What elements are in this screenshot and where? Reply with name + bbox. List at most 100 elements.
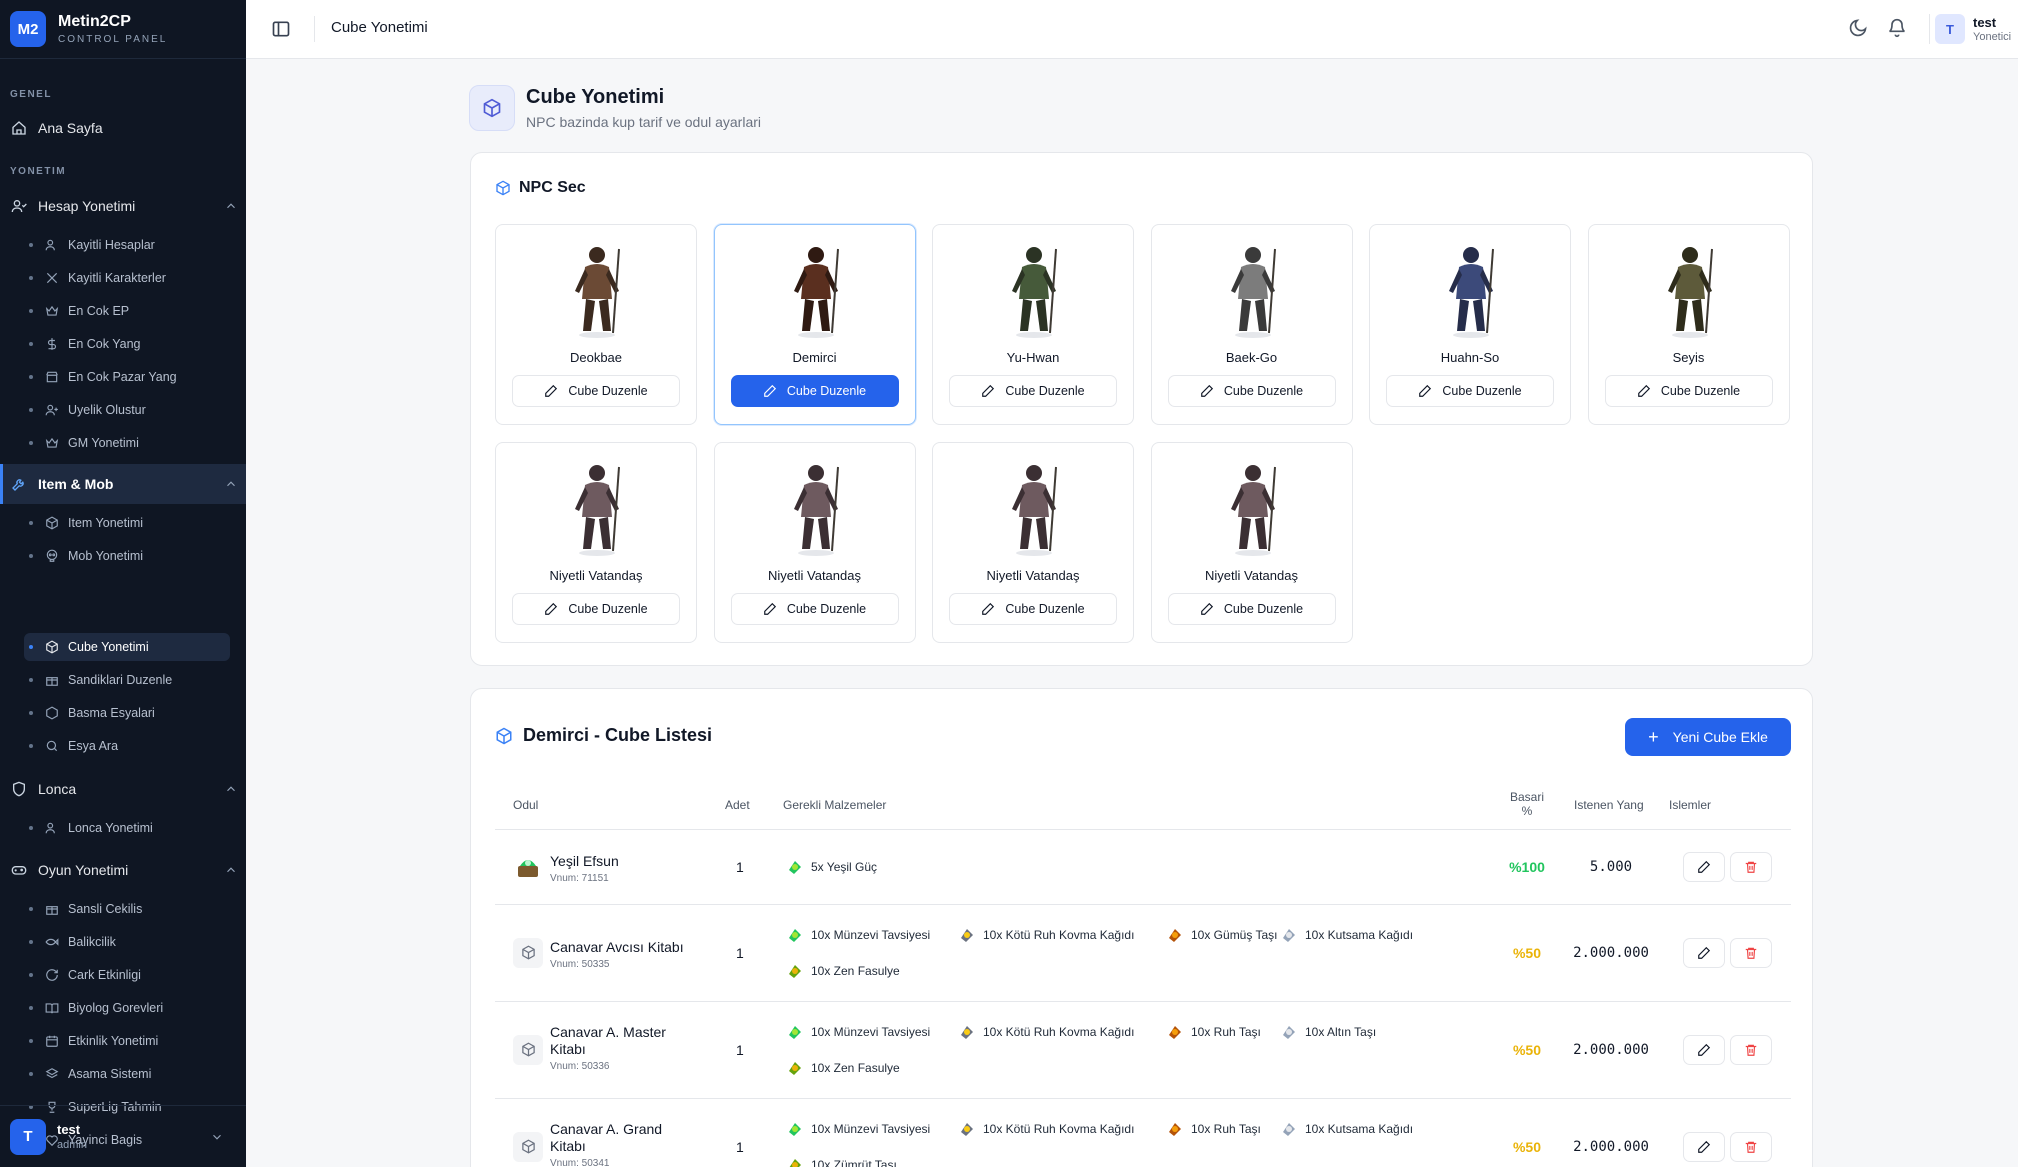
sidebar-item-wheel-event[interactable]: Cark Etkinligi: [24, 961, 230, 989]
sidebar-item-top-ep[interactable]: En Cok EP: [24, 297, 230, 325]
sidebar-item-label: Kayitli Hesaplar: [68, 238, 155, 252]
npc-card[interactable]: Huahn-So Cube Duzenle: [1369, 224, 1571, 425]
section-label-management: YONETIM: [10, 166, 67, 177]
reward-qty: 1: [736, 1138, 744, 1155]
edit-cube-button[interactable]: Cube Duzenle: [512, 593, 680, 625]
edit-cube-button[interactable]: Cube Duzenle: [1386, 375, 1554, 407]
edit-cube-button[interactable]: Cube Duzenle: [512, 375, 680, 407]
npc-name: Niyetli Vatandaş: [986, 568, 1080, 583]
edit-cube-button[interactable]: Cube Duzenle: [1167, 375, 1336, 407]
material-item-icon: [786, 1023, 804, 1041]
material-item: 10x Zen Fasulye: [786, 1059, 900, 1077]
pencil-icon: [1698, 860, 1711, 873]
gamepad-icon: [10, 861, 28, 879]
npc-card[interactable]: Demirci Cube Duzenle: [713, 224, 916, 425]
sidebar-item-registered-accounts[interactable]: Kayitli Hesaplar: [24, 231, 230, 259]
material-item-icon: [958, 926, 976, 944]
edit-cube-label: Cube Duzenle: [1005, 384, 1085, 398]
edit-cube-button[interactable]: Cube Duzenle: [1604, 375, 1773, 407]
sidebar-item-top-yang[interactable]: En Cok Yang: [24, 330, 230, 358]
npc-portrait: [575, 465, 620, 556]
sidebar-item-lucky-draw[interactable]: Sansli Cekilis: [24, 895, 230, 923]
sidebar-group-item-mob[interactable]: Item & Mob: [0, 464, 246, 504]
material-label: 5x Yeşil Güç: [811, 860, 878, 874]
edit-row-button[interactable]: [1683, 1131, 1725, 1162]
reward-name: Canavar A. Master Kitabı: [550, 1024, 666, 1058]
sidebar-item-top-market-yang[interactable]: En Cok Pazar Yang: [24, 363, 230, 391]
npc-card[interactable]: Niyetli Vatandaş Cube Duzenle: [932, 442, 1134, 643]
cube-list-title: Demirci - Cube Listesi: [495, 725, 712, 746]
bell-icon[interactable]: [1887, 18, 1907, 38]
npc-card[interactable]: Deokbae Cube Duzenle: [495, 224, 697, 425]
avatar: T: [10, 1118, 46, 1155]
sidebar-item-item-management[interactable]: Item Yonetimi: [24, 509, 230, 537]
brand[interactable]: M2 Metin2CP CONTROL PANEL: [0, 0, 246, 59]
npc-card[interactable]: Yu-Hwan Cube Duzenle: [932, 224, 1134, 425]
trash-icon: [1745, 947, 1757, 959]
reward-name-line2: Kitabı: [550, 1137, 586, 1154]
sidebar-group-account[interactable]: Hesap Yonetimi: [0, 186, 246, 226]
material-label: 10x Kötü Ruh Kovma Kağıdı: [983, 1122, 1135, 1136]
material-item: 10x Münzevi Tavsiyesi: [786, 1023, 930, 1041]
pencil-icon: [1418, 384, 1432, 398]
avatar[interactable]: T: [1935, 14, 1965, 44]
crown-icon: [45, 304, 59, 318]
sidebar-group-game[interactable]: Oyun Yonetimi: [0, 850, 246, 890]
npc-card[interactable]: Baek-Go Cube Duzenle: [1150, 224, 1353, 425]
sidebar-item-mob-management[interactable]: Mob Yonetimi: [24, 542, 230, 570]
add-cube-button[interactable]: + Yeni Cube Ekle: [1625, 718, 1791, 756]
sidebar-item-home[interactable]: Ana Sayfa: [10, 114, 103, 142]
cube-list-title-text: Demirci - Cube Listesi: [523, 725, 713, 745]
sidebar-item-gm-management[interactable]: GM Yonetimi: [24, 429, 230, 457]
material-item-icon: [958, 1120, 976, 1138]
sidebar-toggle-icon[interactable]: [271, 19, 291, 39]
sidebar-item-edit-chests[interactable]: Sandiklari Duzenle: [24, 666, 230, 694]
sidebar-item-biologist-quests[interactable]: Biyolog Gorevleri: [24, 994, 230, 1022]
reward-name: Canavar Avcısı Kitabı: [550, 939, 684, 956]
sidebar-item-guild-management[interactable]: Lonca Yonetimi: [24, 814, 230, 842]
edit-cube-button[interactable]: Cube Duzenle: [730, 593, 899, 625]
npc-card[interactable]: Niyetli Vatandaş Cube Duzenle: [1150, 442, 1353, 643]
material-label: 10x Münzevi Tavsiyesi: [811, 928, 931, 942]
sidebar-item-label: Sandiklari Duzenle: [68, 673, 173, 687]
page-title: Cube Yonetimi: [526, 86, 665, 108]
edit-row-button[interactable]: [1683, 937, 1725, 968]
reward-vnum: Vnum: 50341: [550, 1157, 610, 1167]
sidebar-item-fishing[interactable]: Balikcilik: [24, 928, 230, 956]
sidebar-group-label: Item & Mob: [38, 476, 114, 492]
material-item-icon: [786, 926, 804, 944]
edit-cube-button[interactable]: Cube Duzenle: [949, 375, 1117, 407]
sidebar-item-registered-characters[interactable]: Kayitli Karakterler: [24, 264, 230, 292]
sidebar-user[interactable]: T test admin: [0, 1105, 246, 1167]
delete-row-button[interactable]: [1730, 1034, 1772, 1065]
edit-cube-button[interactable]: Cube Duzenle: [1167, 593, 1336, 625]
sidebar-item-cube-management[interactable]: Cube Yonetimi: [24, 633, 230, 661]
edit-cube-button[interactable]: Cube Duzenle: [730, 375, 899, 407]
delete-row-button[interactable]: [1730, 937, 1772, 968]
edit-row-button[interactable]: [1683, 852, 1725, 882]
sidebar-item-create-membership[interactable]: Uyelik Olustur: [24, 396, 230, 424]
delete-row-button[interactable]: [1730, 1131, 1772, 1162]
edit-cube-button[interactable]: Cube Duzenle: [949, 593, 1117, 625]
sidebar-item-print-items[interactable]: Basma Esyalari: [24, 699, 230, 727]
material-item: 10x Kötü Ruh Kovma Kağıdı: [958, 1120, 1134, 1138]
edit-row-button[interactable]: [1683, 1034, 1725, 1065]
material-item-icon: [786, 858, 804, 876]
sidebar-group-guild[interactable]: Lonca: [0, 769, 246, 809]
sidebar-item-search-items[interactable]: Esya Ara: [24, 732, 230, 760]
sidebar-item-label: Cark Etkinligi: [68, 968, 141, 982]
sidebar-item-event-management[interactable]: Etkinlik Yonetimi: [24, 1027, 230, 1055]
success-rate: %50: [1512, 1041, 1542, 1058]
sidebar-item-stage-system[interactable]: Asama Sistemi: [24, 1060, 230, 1088]
material-item: 10x Münzevi Tavsiyesi: [786, 926, 930, 944]
delete-row-button[interactable]: [1730, 852, 1772, 882]
edit-cube-label: Cube Duzenle: [786, 602, 867, 616]
npc-card[interactable]: Niyetli Vatandaş Cube Duzenle: [495, 442, 697, 643]
moon-icon[interactable]: [1848, 18, 1868, 38]
pencil-icon: [981, 384, 995, 398]
npc-name: Demirci: [792, 350, 837, 365]
npc-card[interactable]: Seyis Cube Duzenle: [1587, 224, 1790, 425]
npc-card[interactable]: Niyetli Vatandaş Cube Duzenle: [713, 442, 916, 643]
edit-cube-label: Cube Duzenle: [568, 602, 648, 616]
material-label: 10x Kutsama Kağıdı: [1305, 928, 1414, 942]
